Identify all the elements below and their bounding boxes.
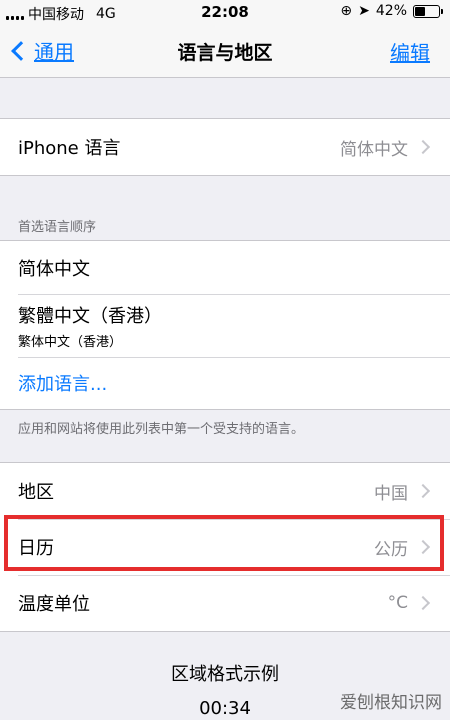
chevron-right-icon (415, 139, 431, 155)
preferred-languages-group: 简体中文 繁體中文（香港） 繁体中文（香港） 添加语言... (0, 240, 450, 410)
temperature-unit-row[interactable]: 温度单位 °C (0, 575, 450, 631)
preferred-languages-header: 首选语言顺序 (18, 220, 97, 235)
preferred-languages-footer: 应用和网站将使用此列表中第一个受支持的语言。 (18, 422, 305, 437)
battery-percent: 42% (375, 3, 407, 19)
battery-icon (413, 4, 443, 18)
list-item-label: 繁體中文（香港） (18, 305, 162, 327)
region-label: 地区 (18, 482, 54, 503)
orientation-lock-icon: ⊕ (340, 3, 353, 19)
calendar-label: 日历 (18, 538, 54, 559)
calendar-row[interactable]: 日历 公历 (0, 519, 450, 575)
status-bar: 中国移动 4G 22:08 ⊕ ➤ 42% (0, 0, 450, 26)
region-row[interactable]: 地区 中国 (0, 463, 450, 519)
language-item-traditional-chinese-hk[interactable]: 繁體中文（香港） 繁体中文（香港） (0, 294, 450, 357)
format-example-title: 区域格式示例 (171, 664, 279, 685)
page-title: 语言与地区 (177, 42, 273, 64)
temperature-unit-value: °C (387, 593, 408, 613)
region-settings-group: 地区 中国 日历 公历 温度单位 °C (0, 462, 450, 632)
add-language-button[interactable]: 添加语言... (0, 357, 450, 409)
chevron-right-icon (415, 539, 431, 555)
iphone-language-value: 简体中文 (340, 139, 408, 160)
list-item-label: 简体中文 (18, 258, 90, 280)
temperature-unit-label: 温度单位 (18, 594, 90, 615)
iphone-language-label: iPhone 语言 (18, 138, 121, 159)
add-language-label: 添加语言... (18, 374, 108, 395)
iphone-language-group: iPhone 语言 简体中文 (0, 118, 450, 176)
language-item-simplified-chinese[interactable]: 简体中文 (0, 241, 450, 294)
iphone-language-row[interactable]: iPhone 语言 简体中文 (0, 119, 450, 175)
chevron-right-icon (415, 483, 431, 499)
region-value: 中国 (374, 483, 408, 504)
calendar-value: 公历 (374, 539, 408, 560)
list-item-sublabel: 繁体中文（香港） (18, 334, 123, 350)
navigation-bar: 通用 语言与地区 编辑 (0, 26, 450, 78)
chevron-right-icon (415, 595, 431, 611)
watermark: 爱刨根知识网 (340, 693, 442, 713)
edit-button[interactable]: 编辑 (390, 37, 430, 66)
location-icon: ➤ (358, 3, 370, 19)
